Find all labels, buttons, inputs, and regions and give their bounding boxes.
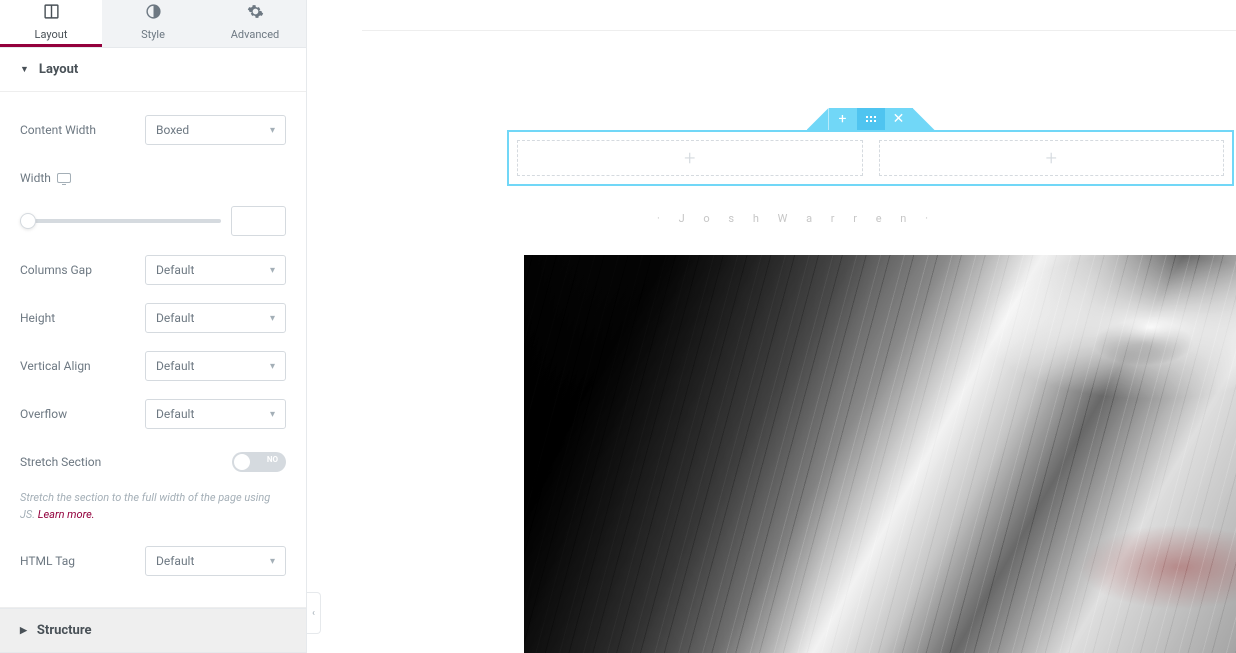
tab-layout-label: Layout bbox=[35, 28, 68, 41]
page-caption: · J o s h W a r r e n · bbox=[357, 212, 1236, 225]
chevron-down-icon: ▾ bbox=[270, 556, 275, 567]
overflow-select[interactable]: Default ▾ bbox=[145, 399, 286, 429]
caret-right-icon: ▶ bbox=[20, 626, 27, 636]
caret-down-icon: ▼ bbox=[20, 64, 29, 75]
section-columns: + + bbox=[507, 130, 1234, 186]
tab-style[interactable]: Style bbox=[102, 0, 204, 47]
stretch-section-toggle[interactable]: NO bbox=[232, 452, 286, 472]
vertical-align-value: Default bbox=[156, 359, 194, 373]
tab-advanced-label: Advanced bbox=[231, 28, 279, 41]
tab-advanced[interactable]: Advanced bbox=[204, 0, 306, 47]
chevron-down-icon: ▾ bbox=[270, 125, 275, 136]
accordion-layout-header[interactable]: ▼ Layout bbox=[0, 48, 306, 91]
columns-gap-label: Columns Gap bbox=[20, 263, 145, 277]
width-slider[interactable] bbox=[20, 219, 221, 223]
html-tag-label: HTML Tag bbox=[20, 554, 145, 568]
empty-column-1[interactable]: + bbox=[517, 140, 863, 176]
overflow-value: Default bbox=[156, 407, 194, 421]
toggle-knob bbox=[234, 454, 250, 470]
delete-section-button[interactable]: ✕ bbox=[885, 108, 913, 130]
columns-icon bbox=[43, 3, 60, 24]
drag-section-handle[interactable] bbox=[857, 108, 885, 130]
plus-icon: + bbox=[839, 111, 847, 127]
gear-icon bbox=[247, 3, 264, 24]
tab-style-label: Style bbox=[141, 28, 165, 41]
columns-gap-select[interactable]: Default ▾ bbox=[145, 255, 286, 285]
tab-layout[interactable]: Layout bbox=[0, 0, 102, 47]
accordion-structure-title: Structure bbox=[37, 623, 92, 638]
desktop-icon[interactable] bbox=[57, 173, 71, 183]
grip-icon bbox=[866, 116, 876, 122]
accordion-layout-title: Layout bbox=[39, 62, 78, 77]
vertical-align-label: Vertical Align bbox=[20, 359, 145, 373]
overflow-label: Overflow bbox=[20, 407, 145, 421]
plus-icon: + bbox=[684, 146, 695, 170]
height-select[interactable]: Default ▾ bbox=[145, 303, 286, 333]
content-width-select[interactable]: Boxed ▾ bbox=[145, 115, 286, 145]
width-slider-handle[interactable] bbox=[20, 213, 36, 229]
html-tag-select[interactable]: Default ▾ bbox=[145, 546, 286, 576]
contrast-icon bbox=[145, 3, 162, 24]
height-value: Default bbox=[156, 311, 194, 325]
empty-column-2[interactable]: + bbox=[879, 140, 1225, 176]
content-width-value: Boxed bbox=[156, 123, 189, 137]
plus-icon: + bbox=[1046, 146, 1057, 170]
content-width-label: Content Width bbox=[20, 123, 145, 137]
divider bbox=[362, 30, 1236, 31]
width-label: Width bbox=[20, 171, 145, 185]
close-icon: ✕ bbox=[893, 111, 905, 127]
stretch-toggle-text: NO bbox=[267, 455, 278, 464]
stretch-section-label: Stretch Section bbox=[20, 455, 232, 469]
editor-sidebar: Layout Style Advanced ▼ Layout Content W… bbox=[0, 0, 307, 653]
width-number-input[interactable] bbox=[231, 206, 286, 236]
chevron-down-icon: ▾ bbox=[270, 361, 275, 372]
accordion-structure-header[interactable]: ▶ Structure bbox=[0, 608, 306, 653]
vertical-align-select[interactable]: Default ▾ bbox=[145, 351, 286, 381]
html-tag-value: Default bbox=[156, 554, 194, 568]
selected-section[interactable]: + ✕ + + bbox=[507, 130, 1234, 186]
add-section-button[interactable]: + bbox=[829, 108, 857, 130]
hero-image[interactable] bbox=[524, 255, 1236, 653]
layout-panel: Content Width Boxed ▾ Width bbox=[0, 91, 306, 608]
stretch-section-hint: Stretch the section to the full width of… bbox=[20, 490, 286, 523]
chevron-down-icon: ▾ bbox=[270, 313, 275, 324]
chevron-down-icon: ▾ bbox=[270, 409, 275, 420]
chevron-down-icon: ▾ bbox=[270, 265, 275, 276]
learn-more-link[interactable]: Learn more. bbox=[38, 508, 95, 521]
section-handle: + ✕ bbox=[807, 108, 935, 130]
columns-gap-value: Default bbox=[156, 263, 194, 277]
editor-canvas: + ✕ + + · J o s bbox=[307, 0, 1236, 653]
tabs: Layout Style Advanced bbox=[0, 0, 306, 48]
height-label: Height bbox=[20, 311, 145, 325]
